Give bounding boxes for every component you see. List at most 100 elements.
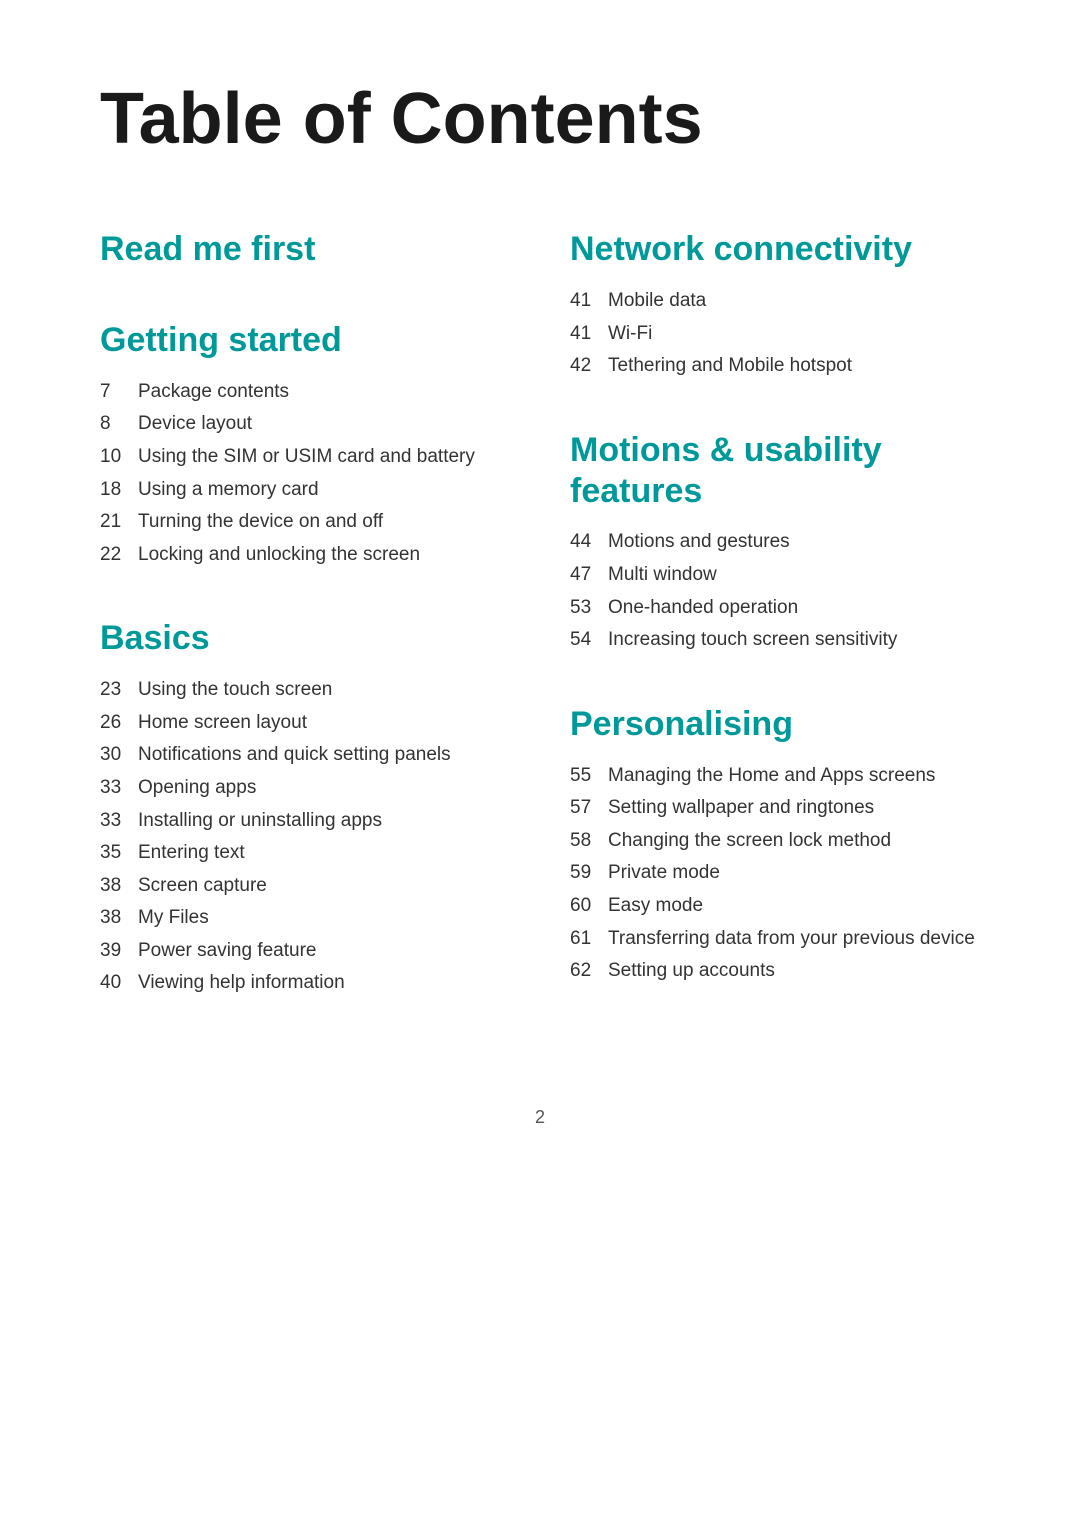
entry-text: Locking and unlocking the screen: [138, 542, 420, 569]
entry-text: Increasing touch screen sensitivity: [608, 627, 897, 654]
page-number: 22: [100, 542, 138, 569]
list-item: 33 Installing or uninstalling apps: [100, 808, 510, 835]
page-footer: 2: [100, 1107, 980, 1128]
entry-text: Viewing help information: [138, 970, 345, 997]
page-number: 33: [100, 808, 138, 835]
entry-text: One-handed operation: [608, 595, 798, 622]
section-title-personalising: Personalising: [570, 704, 980, 745]
entry-text: Notifications and quick setting panels: [138, 742, 451, 769]
page-number: 38: [100, 905, 138, 932]
entry-text: Package contents: [138, 379, 289, 406]
entry-text: Entering text: [138, 840, 245, 867]
footer-page-number: 2: [535, 1107, 545, 1127]
list-item: 38 My Files: [100, 905, 510, 932]
list-item: 53 One-handed operation: [570, 595, 980, 622]
entry-text: Setting up accounts: [608, 958, 775, 985]
page-number: 33: [100, 775, 138, 802]
list-item: 26 Home screen layout: [100, 710, 510, 737]
page-number: 21: [100, 509, 138, 536]
section-getting-started: Getting started 7 Package contents 8 Dev…: [100, 320, 510, 568]
left-column: Read me first Getting started 7 Package …: [100, 229, 510, 1047]
entry-text: Changing the screen lock method: [608, 828, 891, 855]
list-item: 8 Device layout: [100, 411, 510, 438]
entry-text: Wi-Fi: [608, 321, 652, 348]
list-item: 7 Package contents: [100, 379, 510, 406]
entry-text: Turning the device on and off: [138, 509, 383, 536]
list-item: 62 Setting up accounts: [570, 958, 980, 985]
page-number: 47: [570, 562, 608, 589]
page-number: 8: [100, 411, 138, 438]
right-column: Network connectivity 41 Mobile data 41 W…: [570, 229, 980, 1047]
list-item: 18 Using a memory card: [100, 477, 510, 504]
entry-text: Using the SIM or USIM card and battery: [138, 444, 475, 471]
list-item: 38 Screen capture: [100, 873, 510, 900]
entry-text: Transferring data from your previous dev…: [608, 926, 975, 953]
page-number: 57: [570, 795, 608, 822]
personalising-list: 55 Managing the Home and Apps screens 57…: [570, 763, 980, 985]
page-number: 10: [100, 444, 138, 471]
entry-text: Multi window: [608, 562, 717, 589]
toc-columns: Read me first Getting started 7 Package …: [100, 229, 980, 1047]
section-title-getting-started: Getting started: [100, 320, 510, 361]
list-item: 54 Increasing touch screen sensitivity: [570, 627, 980, 654]
entry-text: Installing or uninstalling apps: [138, 808, 382, 835]
motions-list: 44 Motions and gestures 47 Multi window …: [570, 529, 980, 653]
entry-text: Managing the Home and Apps screens: [608, 763, 935, 790]
entry-text: Using the touch screen: [138, 677, 332, 704]
entry-text: My Files: [138, 905, 209, 932]
page-number: 30: [100, 742, 138, 769]
entry-text: Power saving feature: [138, 938, 317, 965]
entry-text: Using a memory card: [138, 477, 319, 504]
network-list: 41 Mobile data 41 Wi-Fi 42 Tethering and…: [570, 288, 980, 380]
list-item: 21 Turning the device on and off: [100, 509, 510, 536]
list-item: 47 Multi window: [570, 562, 980, 589]
entry-text: Mobile data: [608, 288, 706, 315]
page-number: 26: [100, 710, 138, 737]
page-number: 61: [570, 926, 608, 953]
page-number: 58: [570, 828, 608, 855]
entry-text: Easy mode: [608, 893, 703, 920]
page-number: 42: [570, 353, 608, 380]
entry-text: Screen capture: [138, 873, 267, 900]
getting-started-list: 7 Package contents 8 Device layout 10 Us…: [100, 379, 510, 569]
entry-text: Tethering and Mobile hotspot: [608, 353, 852, 380]
page-number: 55: [570, 763, 608, 790]
page-number: 7: [100, 379, 138, 406]
section-title-motions-usability: Motions & usability features: [570, 430, 980, 512]
entry-text: Setting wallpaper and ringtones: [608, 795, 874, 822]
page-number: 53: [570, 595, 608, 622]
section-title-network-connectivity: Network connectivity: [570, 229, 980, 270]
page-title: Table of Contents: [100, 80, 980, 159]
list-item: 57 Setting wallpaper and ringtones: [570, 795, 980, 822]
list-item: 59 Private mode: [570, 860, 980, 887]
list-item: 33 Opening apps: [100, 775, 510, 802]
list-item: 30 Notifications and quick setting panel…: [100, 742, 510, 769]
list-item: 22 Locking and unlocking the screen: [100, 542, 510, 569]
section-title-basics: Basics: [100, 618, 510, 659]
page-number: 59: [570, 860, 608, 887]
section-title-read-me-first: Read me first: [100, 229, 510, 270]
section-basics: Basics 23 Using the touch screen 26 Home…: [100, 618, 510, 997]
page-number: 38: [100, 873, 138, 900]
list-item: 10 Using the SIM or USIM card and batter…: [100, 444, 510, 471]
section-network-connectivity: Network connectivity 41 Mobile data 41 W…: [570, 229, 980, 380]
page-number: 44: [570, 529, 608, 556]
entry-text: Motions and gestures: [608, 529, 790, 556]
list-item: 39 Power saving feature: [100, 938, 510, 965]
entry-text: Home screen layout: [138, 710, 307, 737]
page-number: 60: [570, 893, 608, 920]
section-personalising: Personalising 55 Managing the Home and A…: [570, 704, 980, 985]
page-number: 54: [570, 627, 608, 654]
list-item: 35 Entering text: [100, 840, 510, 867]
section-read-me-first: Read me first: [100, 229, 510, 270]
page-number: 39: [100, 938, 138, 965]
section-motions-usability: Motions & usability features 44 Motions …: [570, 430, 980, 654]
list-item: 44 Motions and gestures: [570, 529, 980, 556]
entry-text: Device layout: [138, 411, 252, 438]
page-number: 62: [570, 958, 608, 985]
basics-list: 23 Using the touch screen 26 Home screen…: [100, 677, 510, 997]
list-item: 58 Changing the screen lock method: [570, 828, 980, 855]
page-number: 41: [570, 288, 608, 315]
entry-text: Private mode: [608, 860, 720, 887]
page-number: 41: [570, 321, 608, 348]
